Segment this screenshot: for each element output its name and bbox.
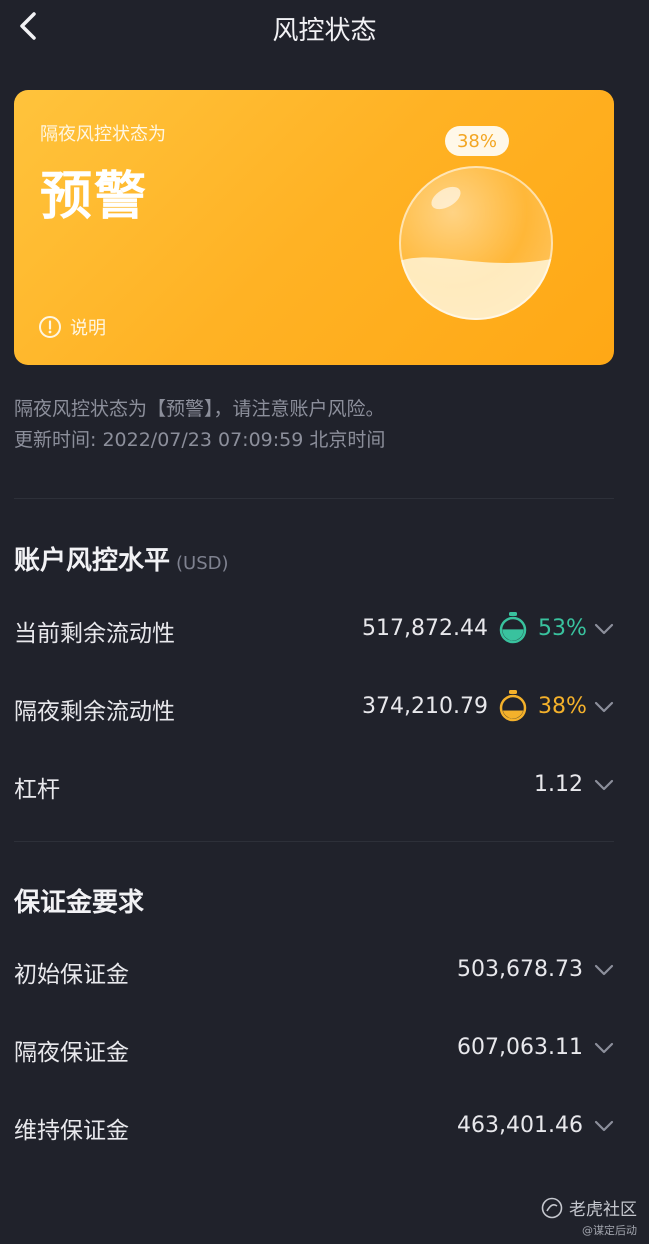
divider — [14, 841, 614, 842]
row-label: 当前剩余流动性 — [14, 621, 175, 647]
section-title-text: 账户风控水平 — [14, 546, 171, 576]
chevron-down-icon[interactable] — [594, 1042, 614, 1054]
row-label: 初始保证金 — [14, 962, 129, 988]
info-icon — [39, 316, 61, 338]
tiger-community-icon — [541, 1197, 563, 1218]
currency-unit: (USD) — [176, 553, 229, 574]
row-value: 517,872.44 — [362, 616, 488, 641]
liquidity-gauge-icon — [499, 690, 527, 722]
row-label: 杠杆 — [14, 777, 60, 803]
row-value: 1.12 — [534, 772, 583, 797]
risk-status-card: 隔夜风控状态为 预警 说明 38% — [14, 90, 614, 365]
current-liquidity-percent: 53% — [538, 616, 587, 641]
row-value: 503,678.73 — [457, 957, 583, 982]
update-time: 更新时间: 2022/07/23 07:09:59 北京时间 — [14, 429, 386, 451]
sphere-fill-level — [399, 255, 553, 320]
risk-level-sphere — [399, 166, 553, 320]
watermark-logo: 老虎社区 — [541, 1195, 637, 1220]
risk-level-section-title: 账户风控水平 (USD) — [14, 540, 229, 577]
row-value: 607,063.11 — [457, 1035, 583, 1060]
chevron-down-icon[interactable] — [594, 701, 614, 713]
chevron-down-icon[interactable] — [594, 623, 614, 635]
info-link[interactable]: 说明 — [38, 314, 106, 340]
divider — [14, 498, 614, 499]
row-label: 隔夜剩余流动性 — [14, 699, 175, 725]
chevron-down-icon[interactable] — [594, 779, 614, 791]
status-description: 隔夜风控状态为【预警】，请注意账户风险。 — [14, 398, 385, 420]
row-value: 374,210.79 — [362, 694, 488, 719]
row-label: 隔夜保证金 — [14, 1040, 129, 1066]
chevron-down-icon[interactable] — [594, 1120, 614, 1132]
status-subtitle: 隔夜风控状态为 — [40, 124, 166, 145]
row-value: 463,401.46 — [457, 1113, 583, 1138]
risk-percent-badge: 38% — [445, 126, 509, 156]
watermark-brand: 老虎社区 — [569, 1200, 637, 1220]
status-value: 预警 — [40, 167, 149, 227]
overnight-liquidity-percent: 38% — [538, 694, 587, 719]
info-label: 说明 — [70, 318, 106, 339]
page-title: 风控状态 — [272, 16, 377, 46]
watermark-handle: @谋定后动 — [582, 1224, 637, 1237]
margin-section-title: 保证金要求 — [14, 888, 145, 918]
liquidity-gauge-icon — [499, 612, 527, 644]
row-label: 维持保证金 — [14, 1118, 129, 1144]
chevron-down-icon[interactable] — [594, 964, 614, 976]
